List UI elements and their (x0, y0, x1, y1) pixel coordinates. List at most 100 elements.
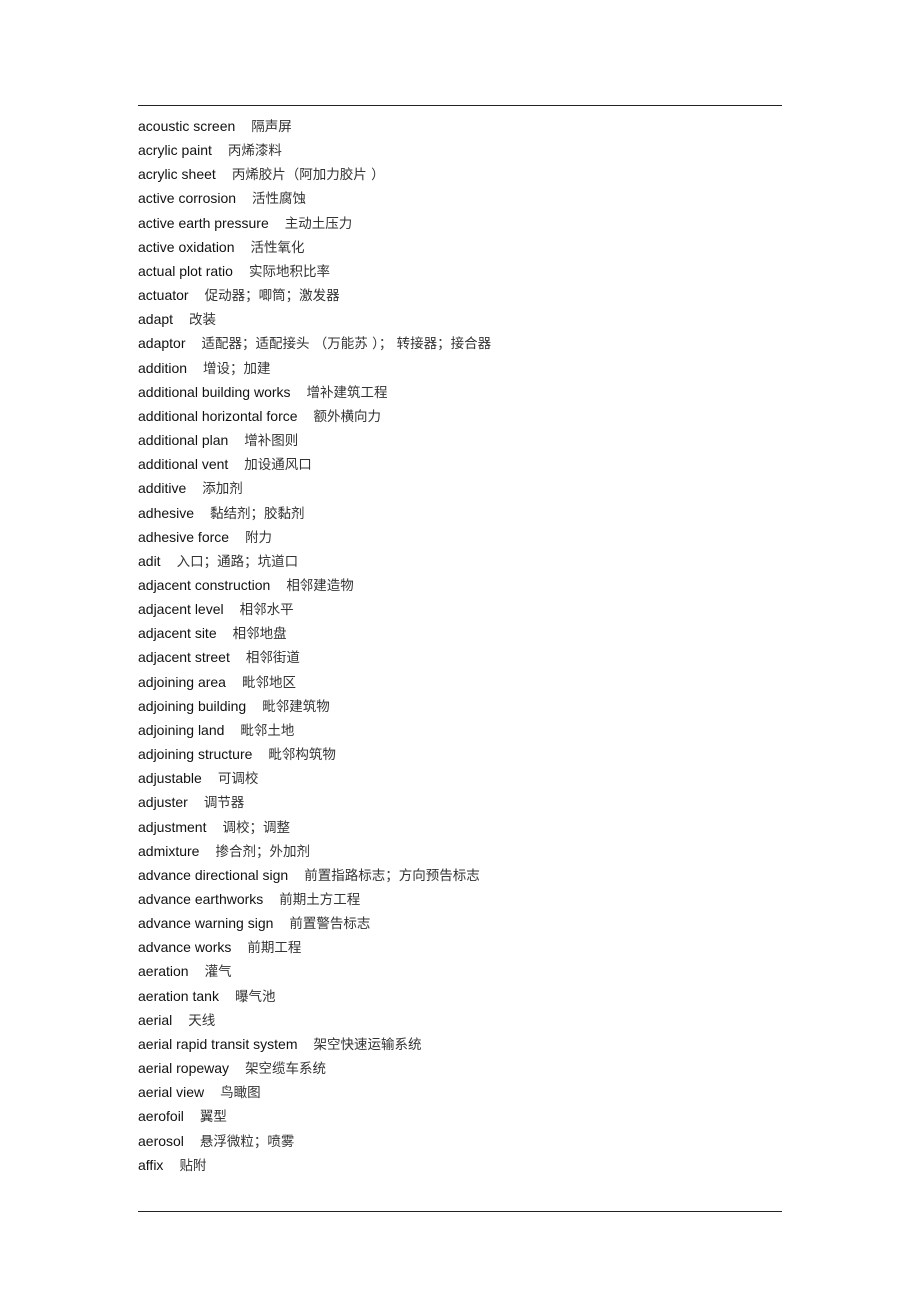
entry-definition: 毗邻地区 (241, 674, 296, 691)
entry-term: acrylic sheet (138, 166, 216, 183)
glossary-entry: actual plot ratio 实际地积比率 (138, 259, 782, 283)
entry-definition: 增补图则 (244, 433, 299, 450)
entry-definition: 前置警告标志 (289, 916, 371, 933)
entry-definition: 相邻地盘 (232, 626, 287, 643)
entry-term: adapt (138, 311, 174, 328)
entry-term: adjacent level (138, 601, 224, 618)
glossary-entry: adjacent level 相邻水平 (138, 597, 782, 621)
glossary-entry: adjustable 可调校 (138, 766, 782, 790)
entry-definition: 调节器 (203, 795, 245, 812)
entry-definition: 天线 (188, 1012, 216, 1029)
entry-definition: 调校；调整 (222, 819, 290, 836)
entry-definition: 前期工程 (247, 940, 302, 957)
glossary-entry: adaptor 适配器；适配接头 （万能苏 ）； 转接器；接合器 (138, 331, 782, 355)
glossary-entry: aerial ropeway 架空缆车系统 (138, 1056, 782, 1080)
entry-definition: 添加剂 (202, 481, 243, 498)
entry-term: advance earthworks (138, 891, 264, 907)
header-rule (138, 105, 782, 106)
entry-term: addition (138, 359, 188, 376)
glossary-entry: adit 入口；通路；坑道口 (138, 549, 782, 573)
entry-definition: 促动器；唧筒；激发器 (204, 288, 340, 305)
entry-term: actual plot ratio (138, 262, 233, 279)
glossary-entry: advance warning sign 前置警告标志 (138, 911, 782, 935)
entry-definition: 实际地积比率 (248, 263, 330, 280)
entry-definition: 悬浮微粒；喷雾 (199, 1133, 295, 1150)
entry-term: advance directional sign (138, 866, 289, 883)
entry-definition: 灌气 (204, 964, 232, 981)
entry-definition: 毗邻土地 (240, 722, 295, 739)
entry-term: active corrosion (138, 190, 237, 207)
glossary-entry: adjustment 调校；调整 (138, 815, 782, 839)
glossary-entry: adjuster 调节器 (138, 790, 782, 814)
entry-definition: 主动土压力 (284, 215, 353, 232)
footer-rule (138, 1211, 782, 1212)
entry-definition: 相邻街道 (245, 650, 300, 667)
entry-term: adit (138, 552, 161, 569)
entry-definition: 丙烯胶片（阿加力胶片 ） (231, 167, 385, 184)
entry-definition: 增补建筑工程 (306, 384, 388, 401)
entry-term: additional building works (138, 383, 291, 400)
glossary-entry: additive 添加剂 (138, 476, 782, 500)
entry-term: adjustment (138, 818, 207, 835)
entry-term: advance warning sign (138, 915, 274, 932)
entry-term: acrylic paint (138, 142, 212, 159)
glossary-list: acoustic screen 隔声屏 acrylic paint 丙烯漆料 acr… (138, 114, 782, 1177)
glossary-entry: adapt 改装 (138, 307, 782, 331)
entry-term: adjustable (138, 770, 202, 787)
entry-term: adjacent street (138, 649, 230, 666)
glossary-entry: adjacent street 相邻街道 (138, 645, 782, 669)
entry-term: adjacent site (138, 625, 217, 642)
entry-definition: 前置指路标志；方向预告标志 (304, 867, 480, 884)
entry-definition: 适配器；适配接头 （万能苏 ）； 转接器；接合器 (201, 336, 492, 353)
glossary-entry: addition 增设；加建 (138, 356, 782, 380)
glossary-entry: active oxidation 活性氧化 (138, 235, 782, 259)
entry-term: active oxidation (138, 238, 235, 255)
entry-term: advance works (138, 939, 232, 956)
entry-definition: 毗邻构筑物 (268, 747, 336, 764)
glossary-entry: acrylic paint 丙烯漆料 (138, 138, 782, 162)
entry-definition: 活性氧化 (250, 239, 305, 256)
glossary-entry: aerofoil 翼型 (138, 1104, 782, 1128)
entry-term: adjacent construction (138, 576, 271, 593)
entry-term: adjoining land (138, 721, 225, 738)
glossary-entry: advance directional sign 前置指路标志；方向预告标志 (138, 863, 782, 887)
entry-term: admixture (138, 842, 200, 859)
glossary-entry: adjacent site 相邻地盘 (138, 621, 782, 645)
glossary-entry: admixture 掺合剂；外加剂 (138, 839, 782, 863)
entry-term: adjoining area (138, 673, 226, 690)
glossary-entry: adjoining land 毗邻土地 (138, 718, 782, 742)
glossary-entry: aerial view 鸟瞰图 (138, 1080, 782, 1104)
glossary-entry: advance earthworks 前期土方工程 (138, 887, 782, 911)
glossary-entry: advance works 前期工程 (138, 935, 782, 959)
glossary-entry: actuator 促动器；唧筒；激发器 (138, 283, 782, 307)
entry-definition: 额外横向力 (313, 408, 382, 425)
entry-definition: 架空快速运输系统 (313, 1036, 422, 1053)
entry-definition: 相邻水平 (239, 602, 294, 619)
entry-term: additional horizontal force (138, 407, 298, 424)
glossary-entry: aerial 天线 (138, 1008, 782, 1032)
glossary-entry: adjoining building 毗邻建筑物 (138, 694, 782, 718)
entry-term: aerial ropeway (138, 1060, 230, 1077)
glossary-entry: aerosol 悬浮微粒；喷雾 (138, 1129, 782, 1153)
entry-term: aerial (138, 1011, 173, 1028)
entry-definition: 掺合剂；外加剂 (215, 843, 310, 860)
entry-term: additional vent (138, 456, 229, 473)
glossary-entry: aeration 灌气 (138, 959, 782, 983)
entry-term: aeration (138, 963, 189, 980)
glossary-entry: adjoining area 毗邻地区 (138, 670, 782, 694)
glossary-entry: adjoining structure 毗邻构筑物 (138, 742, 782, 766)
entry-term: adjoining building (138, 697, 247, 714)
entry-definition: 架空缆车系统 (245, 1061, 327, 1078)
entry-term: affix (138, 1156, 164, 1173)
glossary-entry: adjacent construction 相邻建造物 (138, 573, 782, 597)
entry-term: aerosol (138, 1132, 184, 1149)
entry-definition: 入口；通路；坑道口 (176, 553, 299, 570)
glossary-entry: acoustic screen 隔声屏 (138, 114, 782, 138)
entry-definition: 增设；加建 (203, 360, 271, 377)
entry-definition: 附力 (245, 529, 273, 546)
entry-definition: 加设通风口 (244, 457, 312, 474)
entry-term: adaptor (138, 335, 186, 352)
glossary-entry: additional horizontal force 额外横向力 (138, 404, 782, 428)
entry-definition: 贴附 (179, 1157, 207, 1174)
entry-definition: 可调校 (217, 771, 259, 788)
